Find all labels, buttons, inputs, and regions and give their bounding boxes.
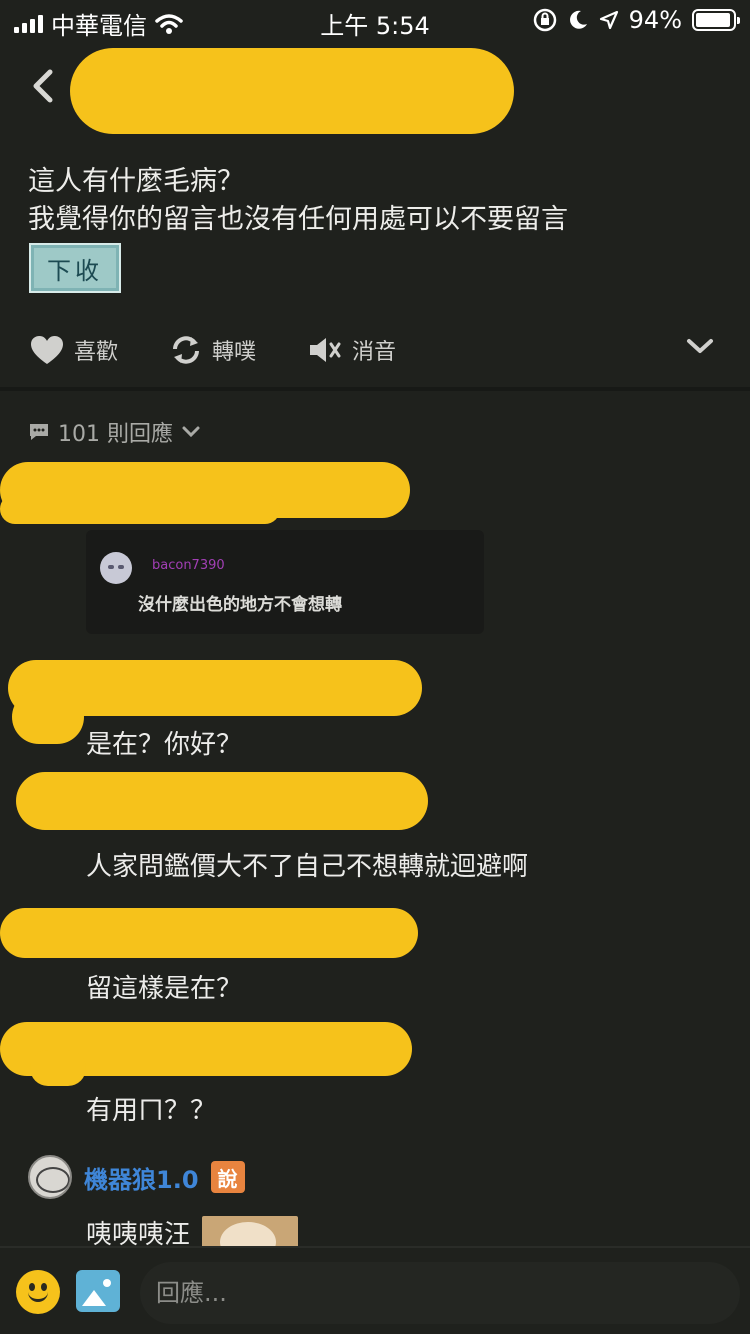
quoted-comment: bacon7390 沒什麼出色的地方不會想轉 [86,530,484,634]
sticker-text: 下收 [47,256,103,285]
comment-text: 是在？你好？ [86,730,243,760]
comment-author-row: 機器狼1.0 說 [28,1155,245,1199]
redacted-commenter [12,690,84,744]
replies-toggle[interactable]: 101 則回應 [28,416,201,448]
heart-icon [31,336,63,364]
emoji-icon[interactable] [16,1270,60,1314]
like-button[interactable]: 喜歡 [30,334,118,366]
redacted-commenter [30,1050,86,1086]
redacted-commenter [16,772,428,830]
like-label: 喜歡 [74,340,119,365]
mute-button[interactable]: 消音 [308,334,396,366]
chevron-down-icon[interactable] [686,336,714,356]
chevron-down-icon [182,426,200,438]
post-content: 這人有什麼毛病？ 我覺得你的留言也沒有任何用處可以不要留言 [28,163,568,239]
repost-label: 轉噗 [212,340,257,365]
post-line: 這人有什麼毛病？ [28,166,244,197]
quoted-text: 沒什麼出色的地方不會想轉 [138,595,342,615]
mute-label: 消音 [352,340,397,365]
avatar[interactable] [28,1155,72,1199]
redacted-author [70,48,514,134]
battery-icon [692,9,740,31]
status-bar: 中華電信 上午 5:54 94% [0,0,750,40]
post-line: 我覺得你的留言也沒有任何用處可以不要留言 [28,204,568,235]
divider [0,387,750,391]
comment-text: 有用ㄇ？？ [86,1096,217,1126]
comment-text: 咦咦咦汪 [86,1219,191,1250]
location-icon [599,10,618,30]
comment-author[interactable]: 機器狼1.0 [84,1160,199,1195]
quoted-username: bacon7390 [152,558,225,573]
comment-text: 留這樣是在？ [86,974,243,1004]
speaker-mute-icon [310,338,341,362]
qualifier-badge: 說 [210,1161,245,1193]
orientation-lock-icon [533,8,556,32]
post-sticker: 下收 [29,243,121,293]
back-icon[interactable] [26,64,60,108]
image-icon[interactable] [76,1270,120,1312]
speech-bubble-icon [30,424,48,440]
repost-icon [173,336,200,364]
moon-icon [569,10,587,29]
reply-count: 101 則回應 [58,422,173,447]
avatar [100,552,132,584]
reply-input[interactable] [140,1262,740,1324]
reply-bar [0,1246,750,1334]
battery-percent: 94% [628,6,682,34]
post-actions: 喜歡 轉噗 消音 [30,330,720,370]
redacted-commenter [0,494,280,524]
comment-text: 人家問鑑價大不了自己不想轉就迴避啊 [86,852,529,882]
repost-button[interactable]: 轉噗 [170,334,256,366]
redacted-commenter [0,908,418,958]
